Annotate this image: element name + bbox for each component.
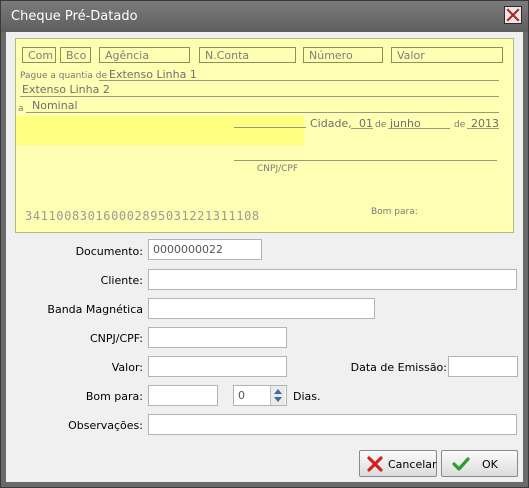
observacoes-field[interactable]: [148, 414, 517, 435]
highlight-area: [16, 116, 304, 145]
documento-field[interactable]: 0000000022: [148, 239, 262, 260]
dia-rule: [351, 128, 373, 129]
cancel-button[interactable]: Cancelar: [359, 450, 437, 477]
header-bco: Bco: [60, 47, 91, 63]
valor-field[interactable]: [148, 356, 287, 377]
arrow-down-icon[interactable]: [274, 397, 282, 402]
extenso-line-2-rule: [20, 96, 499, 97]
cnpj-cpf-field[interactable]: [148, 327, 287, 348]
ok-button-label: OK: [482, 458, 498, 471]
cidade-rule: [234, 127, 306, 128]
extenso-line-1-rule: [99, 80, 499, 81]
arrow-up-icon[interactable]: [274, 389, 282, 394]
close-icon: [506, 8, 520, 22]
bom-para-field[interactable]: [148, 385, 218, 406]
dias-value: 0: [238, 389, 245, 402]
dias-stepper[interactable]: 0: [233, 385, 287, 406]
ano-rule: [467, 128, 499, 129]
bom-para-cheque-label: Bom para:: [371, 207, 418, 217]
header-com: Com: [22, 47, 56, 63]
de-label-1: de: [375, 120, 387, 130]
documento-label: Documento:: [75, 245, 143, 258]
cancel-button-label: Cancelar: [388, 458, 437, 471]
a-label: a: [18, 104, 24, 114]
dialog-body: Com Bco Agência N.Conta Número Valor Pag…: [6, 32, 523, 482]
magnetic-band-text: 341100830160002895031221311108: [25, 209, 260, 223]
title-bar: Cheque Pré-Datado: [1, 1, 528, 32]
cheque-preview: Com Bco Agência N.Conta Número Valor Pag…: [15, 38, 514, 233]
valor-label: Valor:: [111, 361, 143, 374]
ok-button[interactable]: OK: [441, 450, 518, 477]
nominal-rule: [26, 112, 499, 113]
cliente-label: Cliente:: [100, 274, 143, 287]
cidade-label: Cidade,: [310, 117, 352, 130]
banda-magnetica-field[interactable]: [148, 298, 375, 319]
assinatura-rule: [234, 160, 497, 161]
green-check-icon: [452, 457, 470, 471]
observacoes-label: Observações:: [68, 419, 143, 432]
data-emissao-label: Data de Emissão:: [350, 361, 447, 374]
mes-rule: [388, 128, 450, 129]
header-nconta: N.Conta: [199, 47, 296, 63]
cheque-dialog-window: Cheque Pré-Datado Com Bco Agência N.Cont…: [0, 0, 529, 488]
data-emissao-field[interactable]: [448, 356, 518, 377]
banda-magnetica-label: Banda Magnética: [47, 303, 143, 316]
cnpj-cpf-field-label: CNPJ/CPF:: [90, 332, 143, 345]
extenso-line-2: Extenso Linha 2: [22, 83, 110, 96]
nominal-text: Nominal: [32, 99, 78, 112]
dias-spin-buttons[interactable]: [270, 386, 285, 405]
de-label-2: de: [454, 120, 466, 130]
close-button[interactable]: [504, 6, 522, 24]
cliente-field[interactable]: [148, 269, 517, 290]
header-agencia: Agência: [99, 47, 190, 63]
header-numero: Número: [303, 47, 383, 63]
red-x-icon: [367, 456, 383, 472]
cnpj-cpf-label: CNPJ/CPF: [257, 164, 299, 174]
bom-para-label: Bom para:: [85, 390, 143, 403]
window-title: Cheque Pré-Datado: [11, 9, 138, 24]
pague-label: Pague a quantia de: [20, 71, 108, 81]
header-valor: Valor: [391, 47, 503, 63]
dias-label: Dias.: [293, 390, 321, 403]
